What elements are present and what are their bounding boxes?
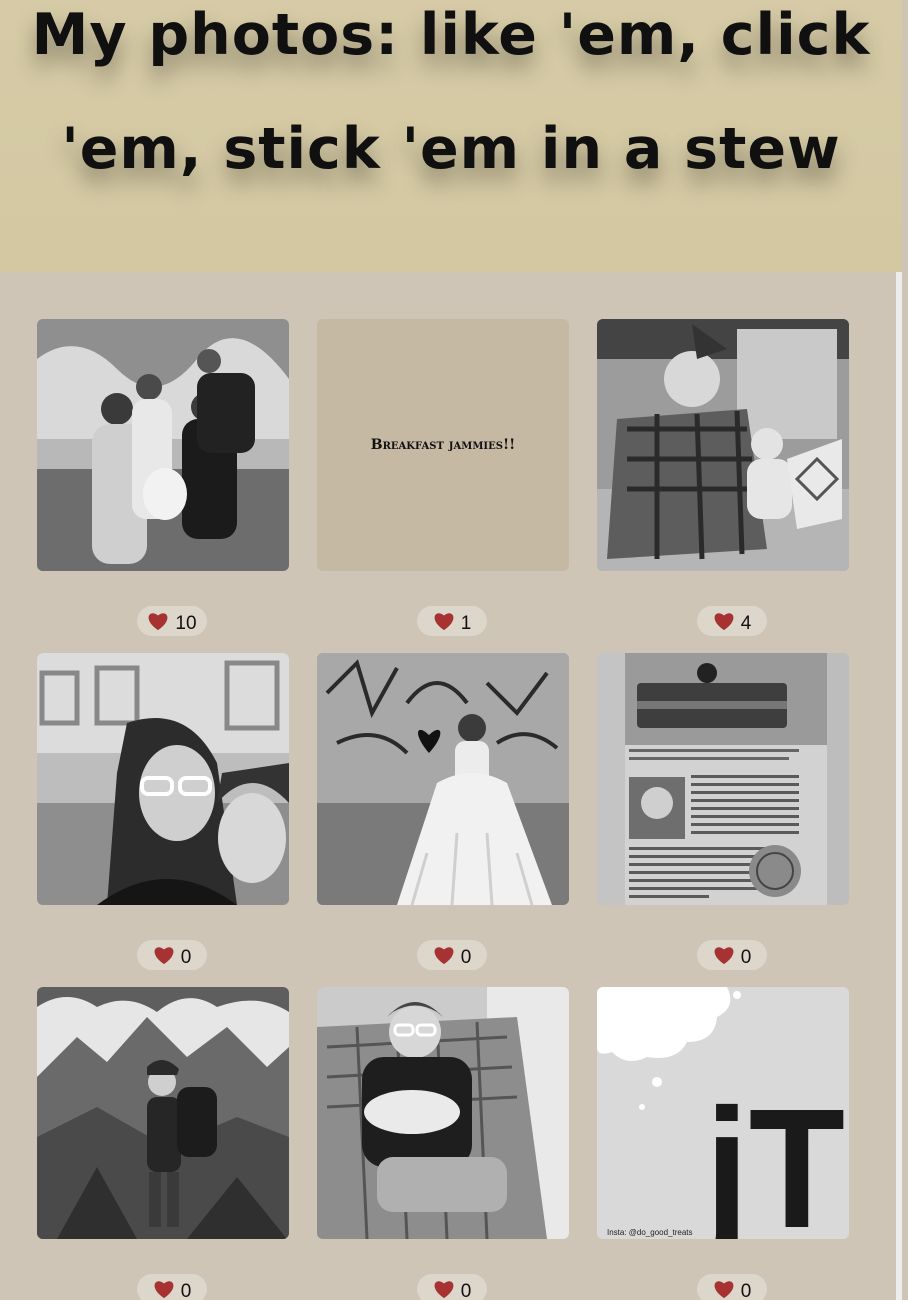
- page-header: My photos: like 'em, click 'em, stick 'e…: [0, 0, 902, 272]
- logo-card[interactable]: jT Insta: @do_good_treats: [597, 987, 849, 1239]
- photo-card[interactable]: [37, 319, 289, 571]
- like-count: 4: [740, 613, 752, 634]
- like-button[interactable]: 0: [417, 940, 487, 970]
- heart-icon: [434, 947, 454, 965]
- beach-selfie-photo[interactable]: [37, 653, 289, 905]
- post-text: Breakfast jammies!!: [370, 437, 516, 453]
- mountain-hiker-photo[interactable]: [37, 987, 289, 1239]
- heart-icon: [434, 1281, 454, 1299]
- jt-logo-image[interactable]: jT Insta: @do_good_treats: [597, 987, 849, 1239]
- like-count: 0: [460, 1281, 472, 1300]
- photo-card[interactable]: [37, 653, 289, 905]
- like-button[interactable]: 1: [417, 606, 487, 636]
- like-count: 0: [180, 1281, 192, 1300]
- like-count: 0: [460, 947, 472, 968]
- dad-newborn-photo[interactable]: [317, 987, 569, 1239]
- like-count: 10: [175, 613, 197, 634]
- heart-icon: [714, 1281, 734, 1299]
- photo-card[interactable]: [37, 987, 289, 1239]
- family-photo[interactable]: [37, 319, 289, 571]
- like-count: 0: [740, 1281, 752, 1300]
- page-title: My photos: like 'em, click 'em, stick 'e…: [31, 2, 871, 182]
- heart-icon: [714, 613, 734, 631]
- photo-card[interactable]: [597, 319, 849, 571]
- magazine-page-photo[interactable]: [597, 653, 849, 905]
- graffiti-dress-photo[interactable]: [317, 653, 569, 905]
- like-button[interactable]: 0: [137, 1274, 207, 1300]
- heart-icon: [154, 1281, 174, 1299]
- photo-card[interactable]: [317, 987, 569, 1239]
- like-button[interactable]: 0: [697, 1274, 767, 1300]
- logo-caption: Insta: @do_good_treats: [607, 1228, 693, 1237]
- photo-card[interactable]: [597, 653, 849, 905]
- like-button[interactable]: 0: [137, 940, 207, 970]
- like-count: 0: [180, 947, 192, 968]
- photo-gallery-page: My photos: like 'em, click 'em, stick 'e…: [0, 0, 902, 1300]
- heart-icon: [714, 947, 734, 965]
- like-button[interactable]: 4: [697, 606, 767, 636]
- heart-icon: [154, 947, 174, 965]
- heart-icon: [148, 613, 168, 631]
- grandpa-baby-photo[interactable]: [597, 319, 849, 571]
- like-button[interactable]: 0: [417, 1274, 487, 1300]
- like-count: 1: [460, 613, 472, 634]
- logo-text: jT: [702, 1074, 845, 1239]
- heart-icon: [434, 613, 454, 631]
- like-count: 0: [740, 947, 752, 968]
- like-button[interactable]: 10: [137, 606, 207, 636]
- like-button[interactable]: 0: [697, 940, 767, 970]
- photo-card[interactable]: [317, 653, 569, 905]
- text-post-card[interactable]: Breakfast jammies!!: [317, 319, 569, 571]
